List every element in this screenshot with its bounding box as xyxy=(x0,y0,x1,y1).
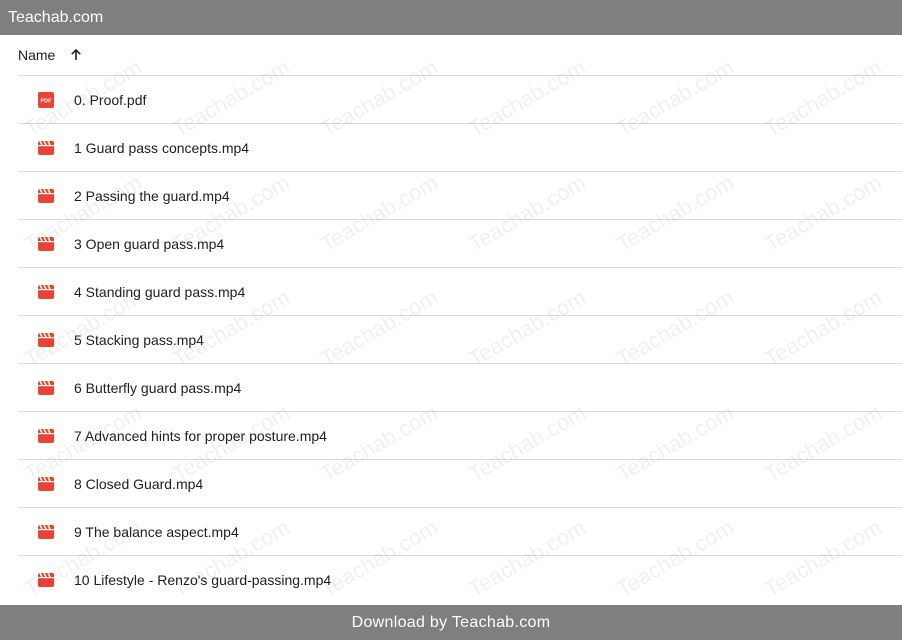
sort-ascending-arrow-icon[interactable] xyxy=(69,48,83,62)
footer-text: Download by Teachab.com xyxy=(351,614,551,631)
file-list: PDF 0. Proof.pdf 1 Guard pass concepts.m… xyxy=(18,76,902,604)
site-title: Teachab.com xyxy=(8,9,104,26)
file-name: 2 Passing the guard.mp4 xyxy=(74,187,230,204)
file-name: 9 The balance aspect.mp4 xyxy=(74,523,239,540)
pdf-icon: PDF xyxy=(38,91,54,108)
file-row[interactable]: 3 Open guard pass.mp4 xyxy=(18,220,902,268)
file-name: 6 Butterfly guard pass.mp4 xyxy=(74,379,242,396)
file-row[interactable]: 8 Closed Guard.mp4 xyxy=(18,460,902,508)
file-row[interactable]: 1 Guard pass concepts.mp4 xyxy=(18,124,902,172)
file-name: 5 Stacking pass.mp4 xyxy=(74,331,204,348)
video-icon xyxy=(38,284,54,300)
video-icon xyxy=(38,236,54,252)
file-name: 4 Standing guard pass.mp4 xyxy=(74,283,246,300)
download-footer: Download by Teachab.com xyxy=(0,605,902,640)
file-row[interactable]: 2 Passing the guard.mp4 xyxy=(18,172,902,220)
file-row[interactable]: PDF 0. Proof.pdf xyxy=(18,76,902,124)
video-icon xyxy=(38,332,54,348)
svg-text:PDF: PDF xyxy=(41,98,53,104)
video-icon xyxy=(38,476,54,492)
column-header: Name xyxy=(18,35,902,76)
site-title-bar: Teachab.com xyxy=(0,0,902,35)
video-icon xyxy=(38,524,54,540)
video-icon xyxy=(38,572,54,588)
file-name: 1 Guard pass concepts.mp4 xyxy=(74,139,250,156)
file-row[interactable]: 10 Lifestyle - Renzo's guard-passing.mp4 xyxy=(18,556,902,604)
file-row[interactable]: 6 Butterfly guard pass.mp4 xyxy=(18,364,902,412)
file-name: 0. Proof.pdf xyxy=(74,91,147,108)
video-icon xyxy=(38,140,54,156)
file-name: 7 Advanced hints for proper posture.mp4 xyxy=(74,427,327,444)
file-row[interactable]: 4 Standing guard pass.mp4 xyxy=(18,268,902,316)
video-icon xyxy=(38,380,54,396)
video-icon xyxy=(38,188,54,204)
name-column-label[interactable]: Name xyxy=(18,47,55,63)
file-row[interactable]: 7 Advanced hints for proper posture.mp4 xyxy=(18,412,902,460)
file-row[interactable]: 9 The balance aspect.mp4 xyxy=(18,508,902,556)
file-name: 10 Lifestyle - Renzo's guard-passing.mp4 xyxy=(74,572,332,588)
file-name: 8 Closed Guard.mp4 xyxy=(74,475,204,492)
video-icon xyxy=(38,428,54,444)
file-name: 3 Open guard pass.mp4 xyxy=(74,235,225,252)
file-row[interactable]: 5 Stacking pass.mp4 xyxy=(18,316,902,364)
